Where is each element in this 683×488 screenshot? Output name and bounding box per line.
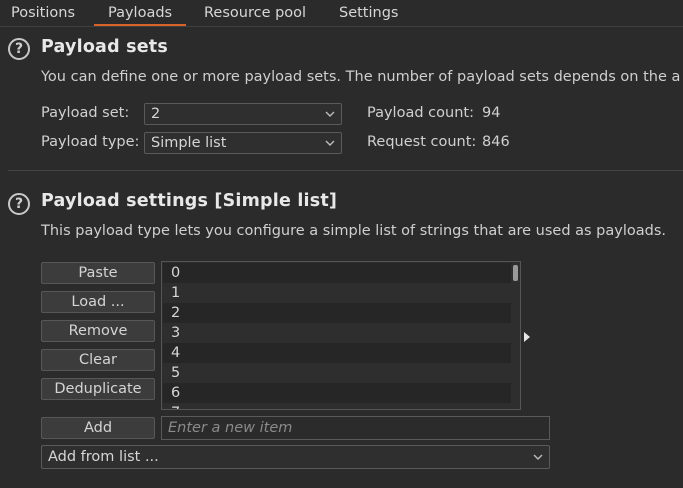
- new-item-input[interactable]: [162, 417, 549, 439]
- payload-set-label: Payload set:: [41, 105, 130, 121]
- request-count-value: 846: [482, 134, 510, 150]
- tab-settings[interactable]: Settings: [339, 0, 398, 26]
- list-item[interactable]: 7: [163, 403, 511, 409]
- list-item[interactable]: 5: [163, 363, 511, 383]
- clear-button[interactable]: Clear: [41, 349, 155, 371]
- section-divider: [8, 170, 683, 171]
- load-button[interactable]: Load ...: [41, 291, 155, 313]
- paste-button[interactable]: Paste: [41, 262, 155, 284]
- request-count-label: Request count:: [367, 134, 477, 150]
- payload-count-label: Payload count:: [367, 105, 474, 121]
- list-scrollbar[interactable]: [513, 265, 518, 281]
- list-item[interactable]: 2: [163, 303, 511, 323]
- list-item[interactable]: 6: [163, 383, 511, 403]
- tab-payloads[interactable]: Payloads: [94, 0, 187, 26]
- tab-resource-pool[interactable]: Resource pool: [204, 0, 306, 26]
- new-item-field[interactable]: [161, 416, 550, 440]
- add-from-list-label: Add from list ...: [48, 449, 159, 465]
- chevron-down-icon: [325, 140, 335, 146]
- payload-list[interactable]: 0 1 2 3 4 5 6 7: [161, 261, 521, 410]
- deduplicate-button[interactable]: Deduplicate: [41, 378, 155, 400]
- chevron-down-icon: [325, 111, 335, 117]
- list-item[interactable]: 1: [163, 283, 511, 303]
- help-icon[interactable]: ?: [8, 193, 30, 215]
- expand-arrow-icon[interactable]: [523, 332, 531, 342]
- payload-type-value: Simple list: [151, 135, 227, 151]
- list-item[interactable]: 4: [163, 343, 511, 363]
- remove-button[interactable]: Remove: [41, 320, 155, 342]
- payload-sets-title: Payload sets: [41, 37, 168, 57]
- payload-settings-description: This payload type lets you configure a s…: [41, 223, 667, 239]
- add-button[interactable]: Add: [41, 417, 155, 439]
- add-from-list-select[interactable]: Add from list ...: [41, 445, 550, 469]
- chevron-down-icon: [533, 454, 543, 460]
- payload-set-value: 2: [151, 106, 161, 122]
- list-item[interactable]: 0: [163, 263, 511, 283]
- payload-set-select[interactable]: 2: [144, 103, 342, 125]
- payload-sets-description: You can define one or more payload sets.…: [41, 69, 681, 85]
- help-icon[interactable]: ?: [8, 38, 30, 60]
- payload-type-label: Payload type:: [41, 134, 140, 150]
- payload-count-value: 94: [482, 105, 501, 121]
- tab-positions[interactable]: Positions: [11, 0, 75, 26]
- tab-bar: Positions Payloads Resource pool Setting…: [0, 0, 683, 27]
- list-item[interactable]: 3: [163, 323, 511, 343]
- payload-type-select[interactable]: Simple list: [144, 132, 342, 154]
- payload-settings-title: Payload settings [Simple list]: [41, 191, 338, 211]
